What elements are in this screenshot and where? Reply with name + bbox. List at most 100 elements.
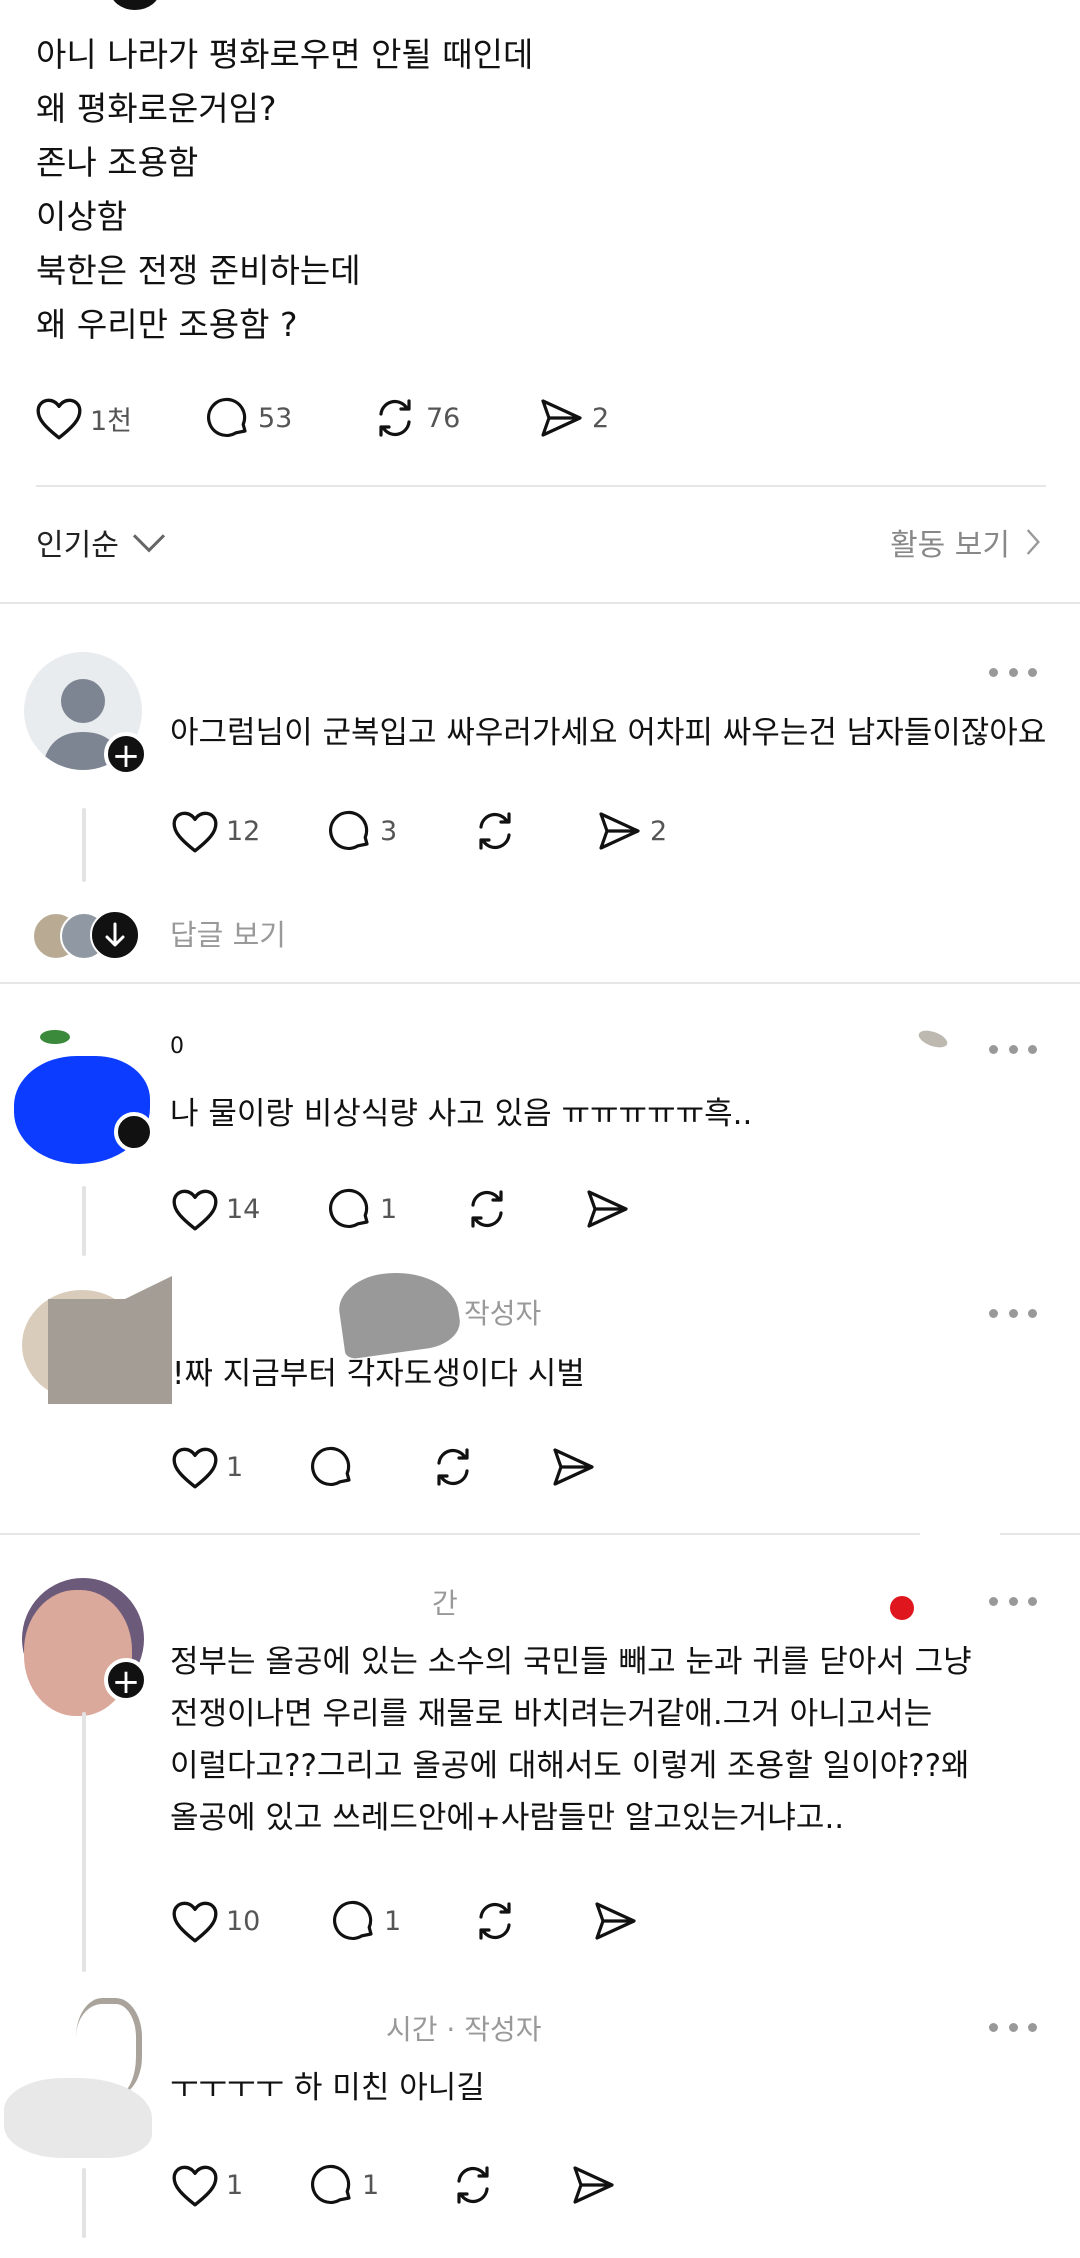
reply-count: 1 (384, 1905, 402, 1937)
post-line: 왜 우리만 조용함 ? (36, 305, 298, 344)
heart-icon (172, 1447, 218, 1489)
post-body: 아니 나라가 평화로우면 안될 때인데 왜 평화로운거임? 존나 조용함 이상함… (36, 28, 533, 352)
sort-label: 인기순 (36, 528, 119, 563)
comment-line: 이럴다고??그리고 올공에 대해서도 이렇게 조용할 일이야??왜 (170, 1748, 970, 1784)
like-button[interactable]: 12 (170, 808, 326, 854)
share-icon (587, 1190, 628, 1228)
repost-button[interactable] (470, 1897, 590, 1945)
repost-button[interactable] (462, 1185, 582, 1233)
repost-count: 76 (426, 402, 461, 434)
thread-line (82, 1712, 86, 1972)
like-count: 14 (226, 1193, 261, 1225)
censor-mark (335, 1264, 463, 1360)
repost-button[interactable]: 76 (370, 394, 536, 442)
share-button[interactable] (590, 1897, 670, 1945)
share-icon (599, 812, 640, 850)
like-button[interactable]: 14 (170, 1186, 326, 1232)
like-count: 1 (226, 2169, 244, 2201)
censor-mark (916, 1027, 950, 1051)
share-icon (541, 399, 582, 437)
thread-line (82, 2168, 86, 2238)
like-count: 1 (226, 1451, 244, 1483)
censor-mark (40, 1030, 70, 1044)
share-icon (573, 2166, 614, 2204)
share-count: 2 (650, 815, 668, 847)
repost-button[interactable] (448, 2161, 568, 2209)
arrow-down-icon (90, 910, 140, 960)
follow-plus-button[interactable]: + (104, 1658, 148, 1702)
more-button[interactable] (989, 1043, 1037, 1055)
timestamp-author: 시간 · 작성자 (386, 2013, 542, 2046)
comment-button[interactable]: 3 (326, 807, 470, 855)
repost-button[interactable] (428, 1443, 548, 1491)
censor-mark (920, 1480, 1000, 1550)
comment-text: ㅜㅜㅜㅜ 하 미친 아니길 (170, 2070, 485, 2106)
comment-actions: 1 1 (170, 2160, 648, 2210)
avatar[interactable] (4, 1998, 154, 2158)
comment-icon (207, 397, 247, 438)
share-button[interactable]: 2 (536, 394, 656, 442)
share-button[interactable] (548, 1443, 628, 1491)
thread-line (82, 1186, 86, 1256)
comment-button[interactable]: 1 (308, 2161, 448, 2209)
repost-icon (379, 399, 411, 437)
repost-icon (437, 1448, 469, 1486)
comment-count: 53 (258, 402, 293, 434)
comment-button[interactable]: 1 (326, 1185, 462, 1233)
timestamp: 간 (432, 1587, 458, 1620)
more-button[interactable] (989, 1595, 1037, 1607)
reply-avatars[interactable] (32, 910, 142, 960)
like-count: 12 (226, 815, 261, 847)
like-button[interactable]: 10 (170, 1898, 330, 1944)
comment-text: 나 물이랑 비상식량 사고 있음 ㅠㅠㅠㅠㅠ흑.. (170, 1096, 753, 1132)
heart-icon (172, 2165, 218, 2207)
comment-actions: 10 1 (170, 1896, 670, 1946)
like-button[interactable]: 1천 (34, 395, 204, 441)
more-button[interactable] (989, 2021, 1037, 2033)
share-icon (553, 1448, 594, 1486)
like-count: 1천 (90, 405, 133, 437)
comment-button[interactable]: 1 (330, 1897, 470, 1945)
avatar[interactable] (22, 1270, 172, 1404)
share-button[interactable] (568, 2161, 648, 2209)
more-button[interactable] (989, 666, 1037, 678)
follow-plus-button[interactable]: + (104, 732, 148, 776)
heart-icon (172, 1189, 218, 1231)
comment-body: 정부는 올공에 있는 소수의 국민들 빼고 눈과 귀를 닫아서 그냥 전쟁이나면… (170, 1636, 972, 1844)
comment-button[interactable] (308, 1443, 428, 1491)
comment-icon (329, 810, 369, 851)
heart-sticker (890, 1596, 914, 1620)
comment-text: 아그럼님이 군복입고 싸우러가세요 어차피 싸우는건 남자들이잖아요 (170, 715, 1047, 751)
comment-actions: 1 (170, 1442, 628, 1492)
post-line: 아니 나라가 평화로우면 안될 때인데 (36, 35, 534, 74)
like-count: 10 (226, 1905, 261, 1937)
like-button[interactable]: 1 (170, 1444, 308, 1490)
chevron-down-icon (132, 534, 165, 553)
reply-count: 1 (362, 2169, 380, 2201)
top-avatar-fragment (110, 0, 160, 10)
reply-count: 1 (380, 1193, 398, 1225)
repost-button[interactable] (470, 807, 594, 855)
comment-icon (311, 1446, 351, 1487)
post-line: 북한은 전쟁 준비하는데 (36, 251, 361, 290)
comment-line: 전쟁이나면 우리를 재물로 바치려는거같애.그거 아니고서는 (170, 1696, 933, 1732)
share-icon (595, 1902, 636, 1940)
comment-icon (329, 1188, 369, 1229)
more-button[interactable] (989, 1307, 1037, 1319)
view-replies-link[interactable]: 답글 보기 (170, 912, 286, 954)
share-button[interactable] (582, 1185, 662, 1233)
repost-icon (471, 1190, 503, 1228)
sort-row: 인기순 활동 보기 (36, 520, 1046, 570)
post-actions: 1천 53 76 2 (34, 392, 656, 444)
activity-label: 활동 보기 (890, 528, 1010, 563)
comment-actions: 14 1 (170, 1184, 662, 1234)
share-button[interactable]: 2 (594, 807, 694, 855)
username[interactable]: 0 (170, 1034, 184, 1059)
activity-link[interactable]: 활동 보기 (890, 520, 1046, 564)
heart-icon (36, 398, 82, 440)
comment-button[interactable]: 53 (204, 394, 370, 442)
comment-icon (311, 2164, 351, 2205)
follow-plus-button[interactable] (114, 1112, 154, 1152)
repost-icon (457, 2166, 489, 2204)
like-button[interactable]: 1 (170, 2162, 308, 2208)
